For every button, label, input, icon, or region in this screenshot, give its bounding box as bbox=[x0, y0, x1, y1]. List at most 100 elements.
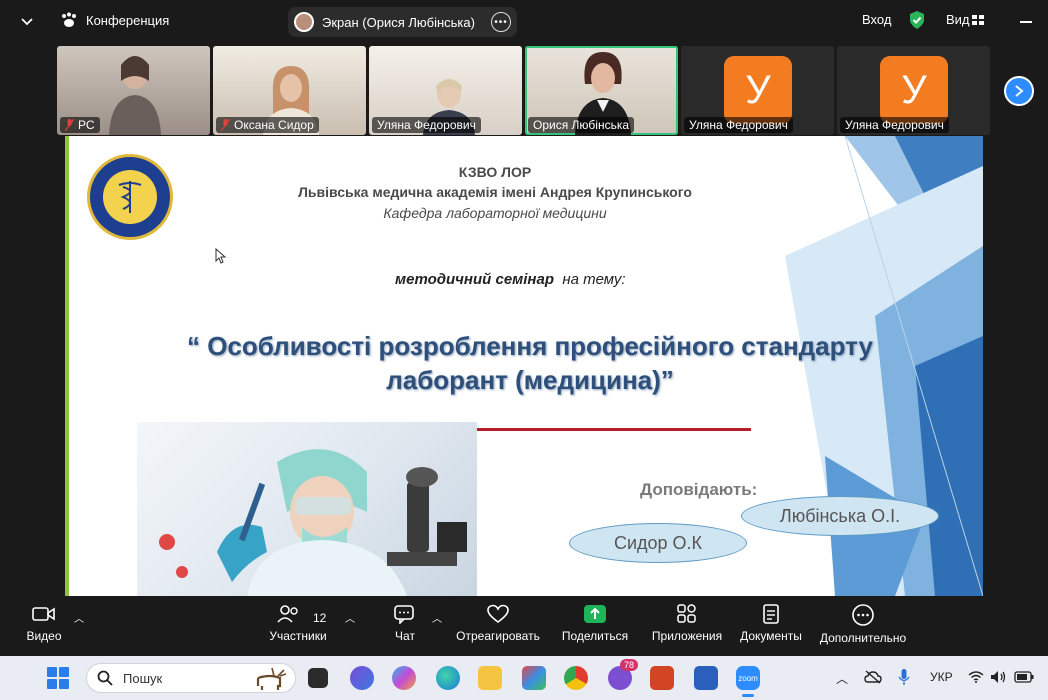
video-tile[interactable]: У Уляна Федорович bbox=[681, 46, 834, 135]
participants-label: Участники bbox=[269, 629, 327, 643]
documents-label: Документы bbox=[740, 629, 802, 643]
participant-name: РС bbox=[78, 118, 95, 132]
chat-icon bbox=[394, 605, 414, 624]
speaker-bubble: Любінська О.І. bbox=[741, 496, 939, 536]
wifi-icon[interactable] bbox=[968, 671, 984, 683]
microphone-icon[interactable] bbox=[898, 668, 910, 686]
video-tile[interactable]: Уляна Федорович bbox=[369, 46, 522, 135]
moose-search-highlight-icon bbox=[256, 667, 287, 690]
edge-icon[interactable] bbox=[436, 666, 460, 690]
apps-label: Приложения bbox=[651, 629, 723, 643]
slide-title-line2: лаборант (медицина)” bbox=[386, 365, 674, 395]
zoom-icon-label: zoom bbox=[738, 673, 758, 683]
chat-button[interactable]: Чат bbox=[388, 596, 422, 656]
seminar-rest-text: на тему: bbox=[562, 271, 626, 288]
slide-title: “ Особливості розроблення професійного с… bbox=[165, 329, 895, 397]
view-button[interactable]: Вид bbox=[946, 12, 970, 27]
participant-name: Оксана Сидор bbox=[234, 118, 314, 132]
speakers-label: Доповідають: bbox=[640, 480, 758, 499]
file-explorer-icon[interactable] bbox=[478, 666, 502, 690]
more-label: Дополнительно bbox=[819, 631, 907, 645]
word-icon[interactable] bbox=[694, 666, 718, 690]
screen-share-label: Экран (Орися Любінська) bbox=[322, 14, 475, 30]
search-icon bbox=[97, 670, 113, 686]
lab-illustration bbox=[159, 449, 467, 596]
powerpoint-icon[interactable] bbox=[650, 666, 674, 690]
lab-photo bbox=[137, 422, 477, 596]
video-button[interactable]: Видео bbox=[22, 596, 66, 656]
zoom-app-icon[interactable]: zoom bbox=[736, 666, 760, 690]
slide-seminar-line: методичний семінар на тему: bbox=[395, 271, 626, 288]
participant-name-tag: Уляна Федорович bbox=[684, 117, 793, 133]
shared-screen-slide: КЗВО ЛОР Львівська медична академія імен… bbox=[65, 136, 983, 596]
teams-chat-icon[interactable] bbox=[350, 666, 374, 690]
participant-name: Уляна Федорович bbox=[845, 118, 944, 132]
share-screen-icon bbox=[584, 605, 606, 623]
participant-name-tag: Оксана Сидор bbox=[216, 117, 319, 133]
speaker-name: Любінська О.І. bbox=[779, 505, 901, 526]
more-button[interactable]: Дополнительно bbox=[815, 596, 911, 656]
minimize-icon[interactable] bbox=[1020, 21, 1032, 23]
participant-name-tag: РС bbox=[60, 117, 100, 133]
next-page-button[interactable] bbox=[1004, 76, 1034, 106]
paw-icon bbox=[62, 12, 76, 27]
document-icon bbox=[763, 604, 779, 624]
top-bar: Конференция Экран (Орися Любінська) ••• … bbox=[0, 0, 1048, 44]
grid-view-icon[interactable] bbox=[971, 13, 985, 27]
participant-name-tag: Орися Любінська bbox=[528, 117, 635, 133]
chevron-down-icon[interactable] bbox=[18, 13, 36, 31]
language-indicator[interactable]: УКР bbox=[930, 670, 953, 684]
academy-logo bbox=[87, 154, 173, 240]
search-placeholder: Пошук bbox=[123, 670, 163, 686]
video-camera-icon bbox=[32, 607, 55, 621]
participant-name: Уляна Федорович bbox=[377, 118, 476, 132]
video-tile[interactable]: РС bbox=[57, 46, 210, 135]
mic-muted-icon bbox=[65, 119, 74, 131]
cloud-off-icon[interactable] bbox=[864, 670, 882, 684]
shield-check-icon[interactable] bbox=[908, 10, 926, 30]
task-view-icon[interactable] bbox=[308, 668, 328, 688]
battery-icon[interactable] bbox=[1014, 671, 1034, 683]
store-icon[interactable] bbox=[522, 666, 546, 690]
react-button[interactable]: Отреагировать bbox=[454, 596, 542, 656]
participant-silhouette bbox=[109, 56, 161, 135]
participant-name-tag: Уляна Федорович bbox=[372, 117, 481, 133]
participants-button[interactable]: Участники bbox=[265, 596, 331, 656]
react-label: Отреагировать bbox=[456, 629, 540, 643]
active-app-indicator bbox=[742, 694, 754, 697]
heart-icon bbox=[487, 604, 509, 624]
slide-left-border bbox=[65, 136, 69, 596]
participant-name: Уляна Федорович bbox=[689, 118, 788, 132]
documents-button[interactable]: Документы bbox=[737, 596, 805, 656]
participants-count: 12 bbox=[313, 611, 327, 625]
chrome-icon[interactable] bbox=[564, 666, 588, 690]
chevron-right-icon bbox=[1015, 85, 1024, 97]
apps-button[interactable]: Приложения bbox=[648, 596, 726, 656]
chat-options-caret[interactable]: ︿ bbox=[432, 610, 442, 625]
avatar bbox=[294, 12, 314, 32]
video-label: Видео bbox=[26, 629, 62, 643]
share-screen-button[interactable]: Поделиться bbox=[560, 596, 630, 656]
copilot-icon[interactable] bbox=[392, 666, 416, 690]
avatar: У bbox=[724, 56, 792, 124]
participants-options-caret[interactable]: ︿ bbox=[345, 610, 355, 625]
video-tile[interactable]: Оксана Сидор bbox=[213, 46, 366, 135]
video-tile-active-speaker[interactable]: Орися Любінська bbox=[525, 46, 678, 135]
mic-muted-icon bbox=[221, 119, 230, 131]
viber-badge: 78 bbox=[620, 659, 639, 671]
video-options-caret[interactable]: ︿ bbox=[74, 610, 84, 625]
caduceus-icon bbox=[118, 181, 142, 213]
tray-overflow-icon[interactable]: ︿ bbox=[836, 670, 848, 687]
meeting-controls: Видео ︿ Участники 12 ︿ Чат ︿ Отреагирова… bbox=[0, 596, 1048, 656]
video-tile[interactable]: У Уляна Федорович bbox=[837, 46, 990, 135]
speaker-icon[interactable] bbox=[990, 670, 1008, 684]
apps-icon bbox=[677, 604, 696, 623]
conference-menu[interactable]: Конференция bbox=[60, 12, 169, 28]
windows-start-icon[interactable] bbox=[47, 667, 69, 689]
more-options-icon[interactable]: ••• bbox=[491, 12, 511, 32]
chat-label: Чат bbox=[395, 629, 415, 643]
screen-share-indicator[interactable]: Экран (Орися Любінська) ••• bbox=[288, 7, 517, 37]
speaker-bubble: Сидор О.К bbox=[569, 523, 747, 563]
more-icon bbox=[852, 604, 874, 626]
login-button[interactable]: Вход bbox=[862, 12, 891, 27]
